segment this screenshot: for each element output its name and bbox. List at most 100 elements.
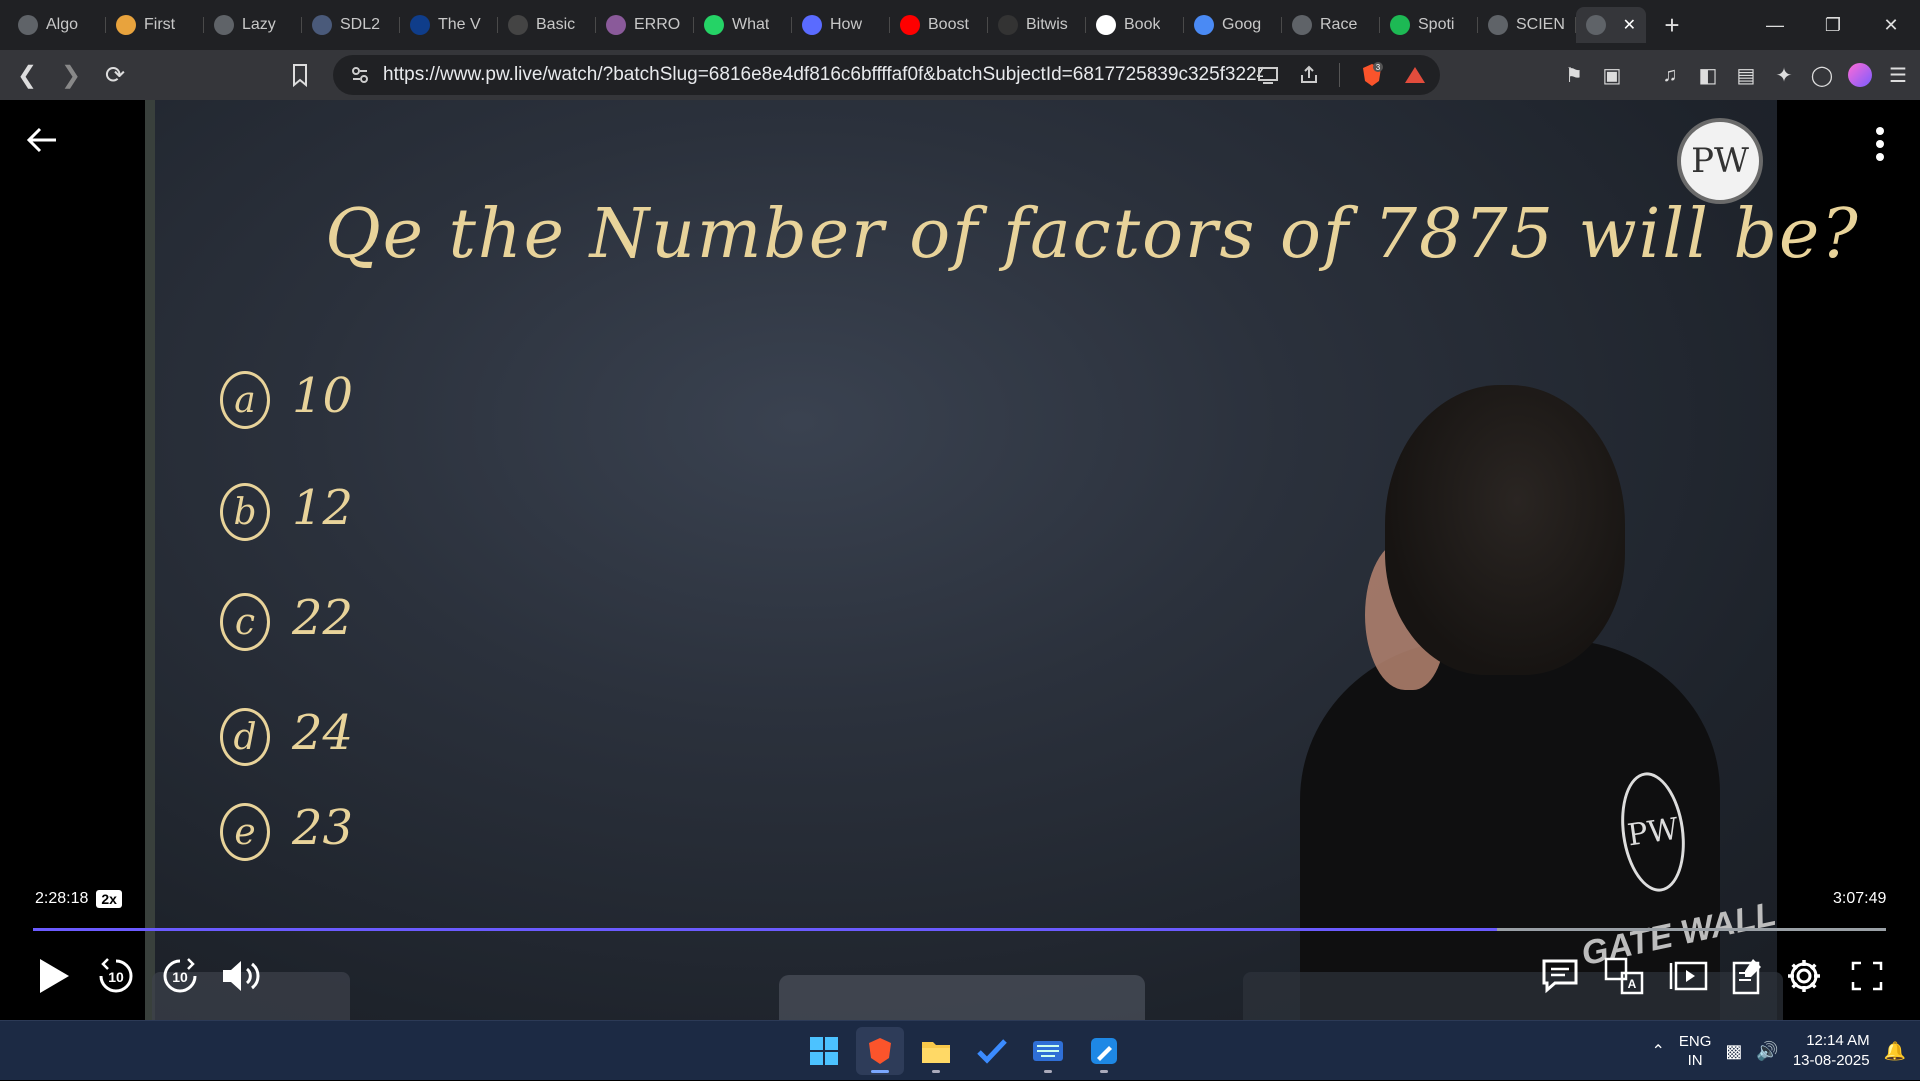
keyboard-icon <box>1033 1041 1063 1061</box>
browser-tab[interactable]: Lazy <box>204 7 302 43</box>
browser-tab[interactable]: Goog <box>1184 7 1282 43</box>
extension-icons: ⚑ ▣ ♫ ◧ ▤ ✦ ◯ ☰ <box>1562 50 1910 100</box>
wallet-icon[interactable]: ▤ <box>1734 63 1758 87</box>
translate-button[interactable]: A <box>1600 952 1648 1000</box>
browser-tab[interactable]: Bitwis <box>988 7 1086 43</box>
more-options-icon[interactable] <box>1868 124 1892 164</box>
youtube-icon <box>900 15 920 35</box>
board-edge <box>145 100 155 1020</box>
cast-icon[interactable] <box>1257 65 1279 85</box>
seek-bar-progress <box>33 928 1497 931</box>
spotify-icon <box>1390 15 1410 35</box>
browser-tab[interactable]: P✕ <box>1576 7 1646 43</box>
browser-tab[interactable]: Spoti <box>1380 7 1478 43</box>
vpn-icon[interactable]: ◯ <box>1810 63 1834 87</box>
notes-button[interactable] <box>1724 952 1772 1000</box>
new-tab-button[interactable]: + <box>1654 7 1690 43</box>
code-icon <box>508 15 528 35</box>
tab-title: Basic <box>536 16 576 33</box>
back-button[interactable]: ❮ <box>10 58 44 92</box>
media-icon[interactable]: ♫ <box>1658 63 1682 87</box>
taskbar-file-explorer[interactable] <box>912 1027 960 1075</box>
seek-bar[interactable] <box>33 928 1886 931</box>
browser-tab[interactable]: Boost <box>890 7 988 43</box>
close-window-button[interactable]: ✕ <box>1862 0 1920 50</box>
browser-tab[interactable]: Basic <box>498 7 596 43</box>
close-tab-icon[interactable]: ✕ <box>1623 15 1636 35</box>
browser-tab[interactable]: SDL2 <box>302 7 400 43</box>
browser-tab[interactable]: SCIEN <box>1478 7 1576 43</box>
option-b: b 12 <box>220 480 353 541</box>
google-icon <box>1096 15 1116 35</box>
tab-title: How <box>830 16 863 33</box>
taskbar-todo[interactable] <box>968 1027 1016 1075</box>
menu-icon[interactable]: ☰ <box>1886 63 1910 87</box>
system-tray: ⌃ ENG IN ▩ 🔊 12:14 AM 13-08-2025 🔔 <box>1651 1021 1920 1081</box>
reload-button[interactable]: ⟳ <box>98 58 132 92</box>
rewind-10-button[interactable]: 10 <box>92 952 140 1000</box>
site-settings-icon[interactable] <box>351 66 369 84</box>
volume-button[interactable] <box>218 952 266 1000</box>
show-hidden-icons[interactable]: ⌃ <box>1651 1041 1664 1061</box>
playlist-icon <box>1669 961 1708 991</box>
picture-in-picture-button[interactable] <box>1664 952 1712 1000</box>
browser-tab[interactable]: ERRO <box>596 7 694 43</box>
brave-shields-icon[interactable]: 3 <box>1360 62 1384 88</box>
browser-tab[interactable]: What <box>694 7 792 43</box>
language-indicator[interactable]: ENG IN <box>1679 1032 1712 1070</box>
fullscreen-button[interactable] <box>1843 952 1891 1000</box>
screenshot-icon[interactable]: ▣ <box>1600 63 1624 87</box>
browser-tab[interactable]: How <box>792 7 890 43</box>
browser-tab[interactable]: Book <box>1086 7 1184 43</box>
minimize-button[interactable]: — <box>1746 0 1804 50</box>
play-icon <box>40 959 69 993</box>
notifications-icon[interactable]: 🔔 <box>1884 1041 1906 1062</box>
taskbar-brave[interactable] <box>856 1027 904 1075</box>
globe-icon <box>18 15 38 35</box>
play-button[interactable] <box>30 952 78 1000</box>
profile-icon[interactable] <box>1848 63 1872 87</box>
gemini-icon <box>1194 15 1214 35</box>
playback-speed-badge[interactable]: 2x <box>96 890 122 908</box>
forward-button[interactable]: ❯ <box>54 58 88 92</box>
share-icon[interactable] <box>1299 65 1319 85</box>
sidebar-icon[interactable]: ◧ <box>1696 63 1720 87</box>
forward-10-button[interactable]: 10 <box>156 952 204 1000</box>
address-bar[interactable]: https://www.pw.live/watch/?batchSlug=681… <box>333 55 1440 95</box>
clock[interactable]: 12:14 AM 13-08-2025 <box>1793 1031 1870 1071</box>
option-d: d 24 <box>220 705 353 766</box>
duration: 3:07:49 <box>1833 890 1887 907</box>
tab-title: Race <box>1320 16 1358 33</box>
restore-button[interactable]: ❐ <box>1804 0 1862 50</box>
svg-text:3: 3 <box>1376 63 1381 72</box>
tab-title: Boost <box>928 16 969 33</box>
brave-rewards-icon[interactable] <box>1404 65 1426 85</box>
speaker-icon[interactable]: 🔊 <box>1756 1041 1778 1062</box>
taskbar-keyboard[interactable] <box>1024 1027 1072 1075</box>
browser-tab[interactable]: The V <box>400 7 498 43</box>
settings-button[interactable] <box>1780 952 1828 1000</box>
bookmark-icon[interactable] <box>292 63 308 87</box>
teacher-head <box>1385 385 1625 675</box>
url-text[interactable]: https://www.pw.live/watch/?batchSlug=681… <box>383 64 1263 86</box>
divider <box>1339 63 1340 87</box>
back-arrow-icon[interactable] <box>24 122 60 158</box>
sdl-icon <box>312 15 332 35</box>
network-icon[interactable]: ▩ <box>1725 1041 1742 1062</box>
browser-tab[interactable]: First <box>106 7 204 43</box>
translate-icon: A <box>1604 957 1644 995</box>
extensions-icon[interactable]: ⚑ <box>1562 63 1586 87</box>
option-a: a 10 <box>220 368 353 429</box>
browser-tab[interactable]: Algo <box>8 7 106 43</box>
leo-ai-icon[interactable]: ✦ <box>1772 63 1796 87</box>
current-time-display: 2:28:18 2x <box>35 890 122 908</box>
tab-title: Spoti <box>1418 16 1455 33</box>
chat-button[interactable] <box>1536 952 1584 1000</box>
volume-icon <box>223 961 260 991</box>
fast-forward-icon: 10 <box>163 958 197 993</box>
taskbar-paint[interactable] <box>1080 1027 1128 1075</box>
browser-tab[interactable]: Race <box>1282 7 1380 43</box>
video-player[interactable]: Qe the Number of factors of 7875 will be… <box>0 100 1920 1020</box>
start-button[interactable] <box>800 1027 848 1075</box>
svg-text:A: A <box>1628 977 1637 991</box>
